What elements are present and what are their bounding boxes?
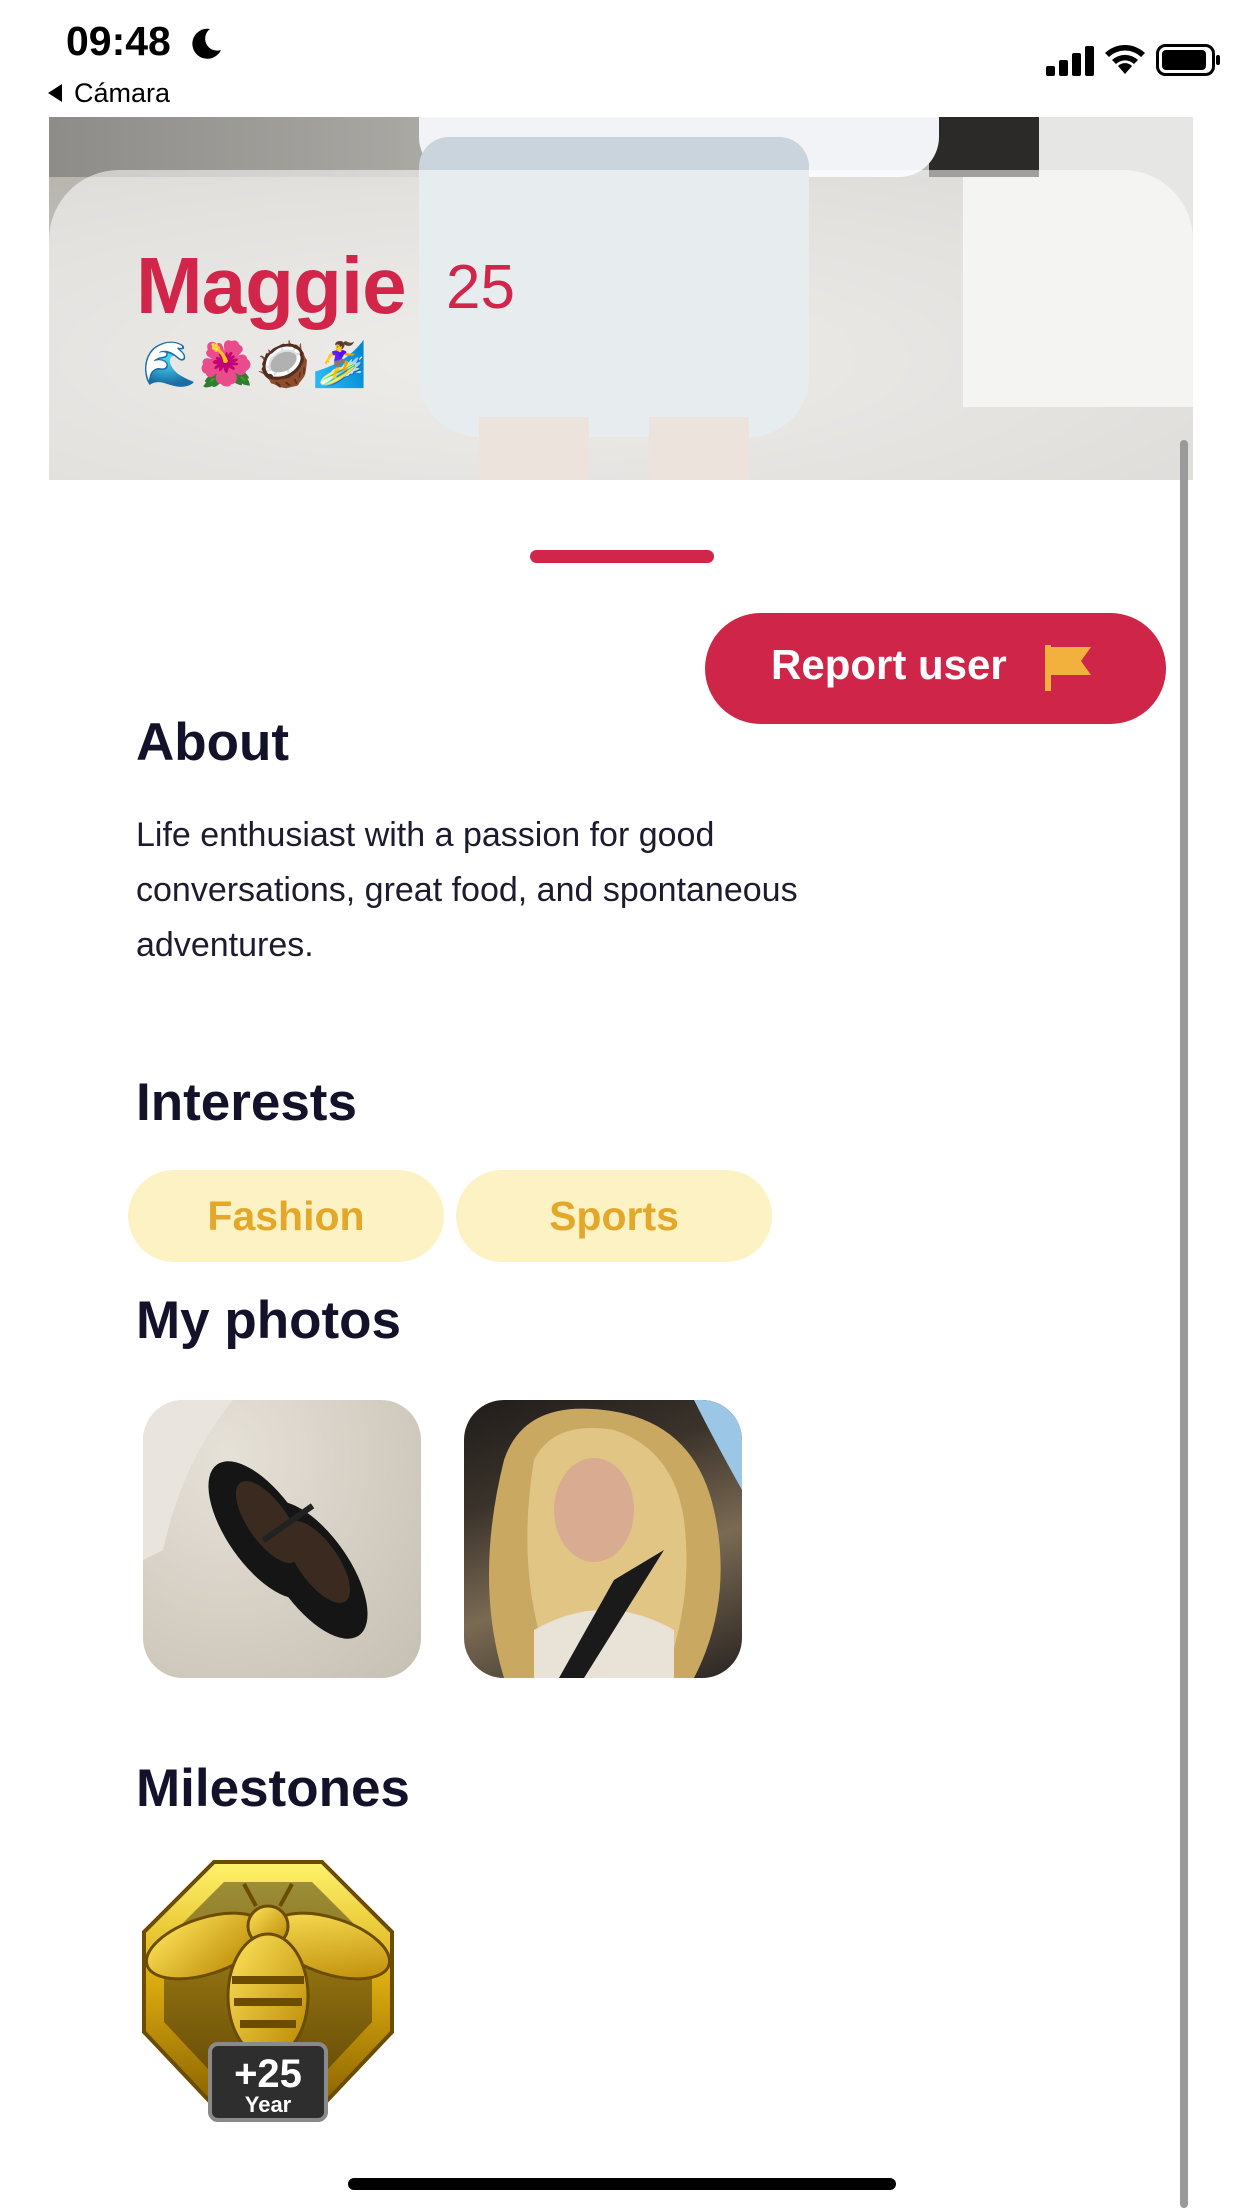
interest-chip-sports[interactable]: Sports: [456, 1170, 772, 1262]
about-heading: About: [136, 713, 290, 772]
interest-chip-fashion[interactable]: Fashion: [128, 1170, 444, 1262]
about-text: Life enthusiast with a passion for good …: [136, 816, 798, 964]
photo-thumbnail-portrait[interactable]: [464, 1400, 742, 1678]
cellular-signal-icon: [1046, 46, 1094, 76]
wifi-icon: [1105, 45, 1145, 74]
moon-icon: [192, 28, 221, 59]
sheet-drag-handle[interactable]: [530, 550, 714, 563]
milestone-badge-unit: Year: [244, 2092, 292, 2117]
status-bar: 09:48 Cámara: [0, 0, 1242, 120]
portrait-illustration: [489, 1400, 742, 1678]
milestone-badge[interactable]: +25 Year: [136, 1856, 400, 2126]
shoes-illustration: [143, 1400, 368, 1639]
profile-emojis: 🌊🌺🥥🏄‍♀️: [142, 340, 370, 389]
battery-icon: [1156, 44, 1220, 76]
flag-icon: [1045, 645, 1091, 691]
report-user-button[interactable]: Report user: [705, 613, 1166, 724]
back-arrow-icon: [48, 83, 62, 102]
home-indicator[interactable]: [348, 2178, 896, 2190]
profile-name: Maggie: [136, 241, 407, 330]
my-photos-heading: My photos: [136, 1291, 401, 1350]
back-to-app-link[interactable]: Cámara: [48, 78, 170, 109]
photo-thumbnail-shoes[interactable]: [143, 1400, 421, 1678]
status-time: 09:48: [66, 18, 171, 64]
milestones-heading: Milestones: [136, 1759, 410, 1818]
profile-age: 25: [446, 253, 515, 322]
back-app-label: Cámara: [74, 78, 171, 108]
interests-heading: Interests: [136, 1073, 357, 1132]
scrollbar[interactable]: [1180, 440, 1188, 2208]
report-user-label: Report user: [771, 641, 1007, 688]
milestone-badge-value: +25: [234, 2052, 302, 2096]
